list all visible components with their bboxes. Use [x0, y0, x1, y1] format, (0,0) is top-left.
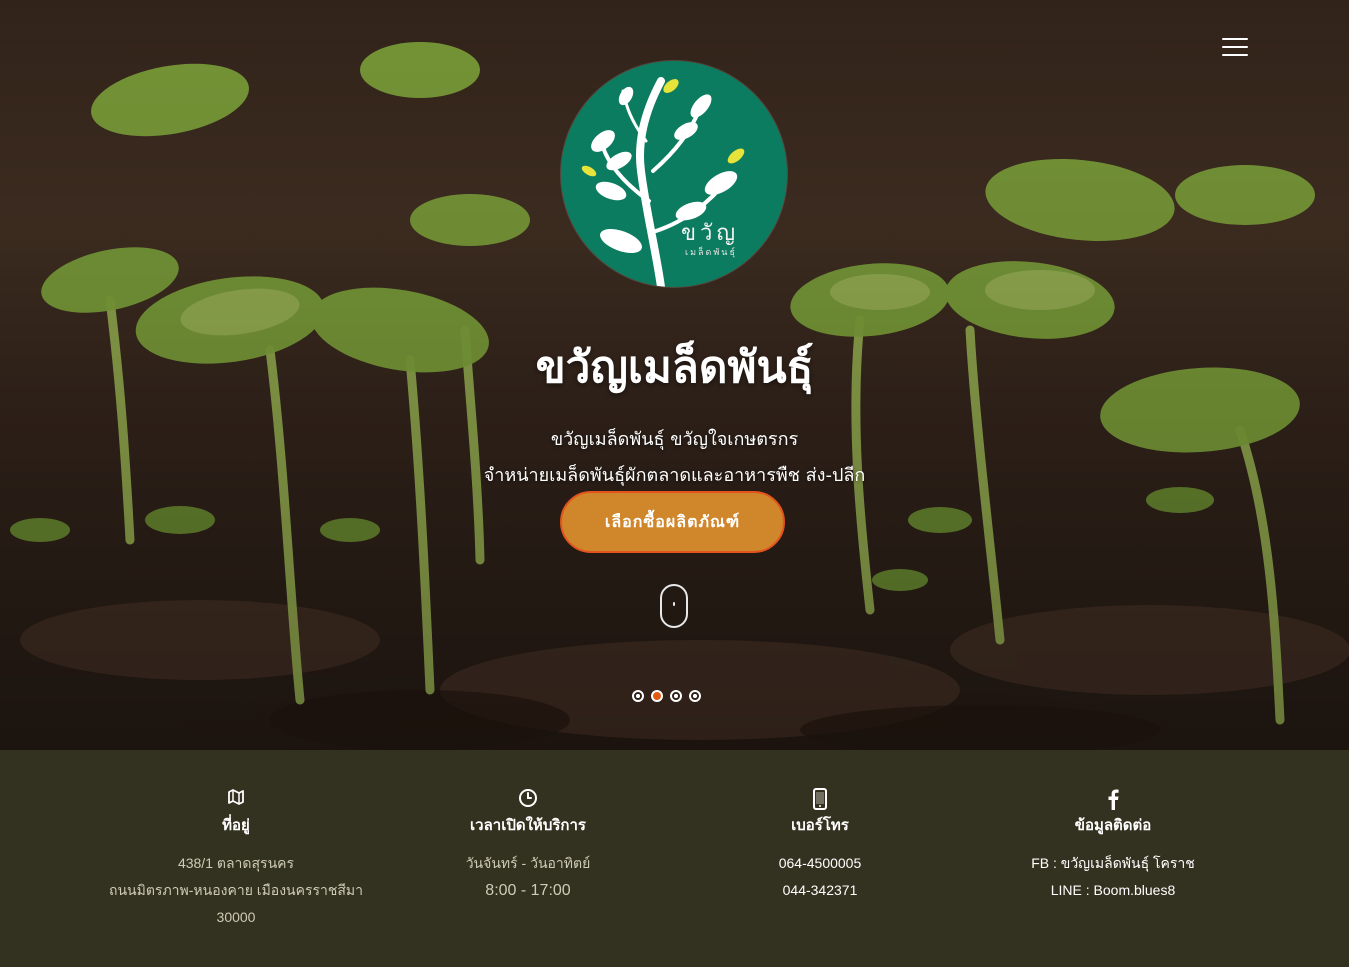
carousel-dot-1[interactable] [632, 690, 644, 702]
brand-logo[interactable]: ขวัญ เมล็ดพันธุ์ [561, 61, 787, 287]
hours-days: วันจันทร์ - วันอาทิตย์ [465, 855, 591, 871]
shop-products-button[interactable]: เลือกซื้อผลิตภัณฑ์ [560, 491, 785, 553]
address-line-3: 30000 [216, 909, 256, 925]
hours-heading: เวลาเปิดให้บริการ [470, 816, 586, 834]
address-column: ที่อยู่ 438/1 ตลาดสุรนคร ถนนมิตรภาพ-หนอง… [86, 788, 386, 931]
phone-column: เบอร์โทร 064-4500005 044-342371 [670, 788, 970, 904]
phone-number-2[interactable]: 044-342371 [670, 877, 970, 904]
mobile-icon [813, 788, 827, 810]
logo-subtext: เมล็ดพันธุ์ [685, 248, 737, 258]
line-contact[interactable]: LINE : Boom.blues8 [963, 877, 1263, 904]
hours-time: 8:00 - 17:00 [485, 882, 571, 899]
carousel-dot-2[interactable] [651, 690, 663, 702]
contact-heading: ข้อมูลติดต่อ [1074, 816, 1152, 834]
info-footer: ที่อยู่ 438/1 ตลาดสุรนคร ถนนมิตรภาพ-หนอง… [0, 750, 1349, 967]
phone-number-1[interactable]: 064-4500005 [670, 850, 970, 877]
tree-icon [581, 77, 745, 287]
address-line-2: ถนนมิตรภาพ-หนองคาย เมืองนครราชสีมา [108, 882, 364, 898]
hero-section: ขวัญ เมล็ดพันธุ์ ขวัญเมล็ดพันธุ์ ขวัญเมล… [0, 0, 1349, 750]
carousel-dot-3[interactable] [670, 690, 682, 702]
hours-column: เวลาเปิดให้บริการ วันจันทร์ - วันอาทิตย์… [378, 788, 678, 904]
map-icon [228, 789, 244, 805]
address-heading: ที่อยู่ [222, 816, 250, 834]
hero-subtitle-1: ขวัญเมล็ดพันธุ์ ขวัญใจเกษตรกร [550, 429, 799, 450]
contact-column: ข้อมูลติดต่อ FB : ขวัญเมล็ดพันธุ์ โคราช … [963, 788, 1263, 904]
phone-heading: เบอร์โทร [791, 816, 849, 834]
scroll-down-mouse-icon[interactable] [660, 584, 688, 628]
facebook-icon [1108, 789, 1119, 810]
address-line-1: 438/1 ตลาดสุรนคร [177, 855, 295, 871]
carousel-dot-4[interactable] [689, 690, 701, 702]
carousel-indicators [632, 690, 701, 702]
hero-title: ขวัญเมล็ดพันธุ์ [535, 342, 814, 393]
hamburger-menu-icon[interactable] [1222, 38, 1248, 58]
facebook-contact[interactable]: FB : ขวัญเมล็ดพันธุ์ โคราช [963, 850, 1263, 877]
hero-subtitle-2: จำหน่ายเมล็ดพันธุ์ผักตลาดและอาหารพืช ส่ง… [483, 465, 866, 486]
clock-icon [519, 789, 537, 807]
